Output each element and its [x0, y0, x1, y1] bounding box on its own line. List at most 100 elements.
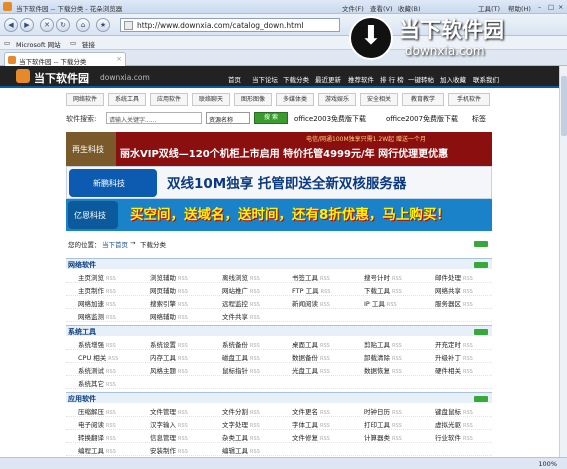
category-link[interactable]: 网络加速 RSS [78, 298, 116, 308]
category-link[interactable]: 系统设置 RSS [150, 339, 188, 349]
rss-label[interactable]: RSS [178, 356, 188, 362]
ad-banner-2[interactable]: 新鹏科技 双线10M独享 托管即送全新双核服务器 [66, 166, 492, 199]
ad-banner-3[interactable]: 亿恩科技 买空间，送域名，送时间，还有8折优惠，马上购买！ [66, 199, 492, 231]
vertical-scrollbar[interactable] [559, 66, 567, 457]
rss-label[interactable]: RSS [392, 423, 402, 429]
rss-label[interactable]: RSS [178, 449, 188, 455]
rss-label[interactable]: RSS [250, 315, 260, 321]
site-logo[interactable]: 当下软件园 downxia.com [16, 69, 226, 85]
address-bar[interactable]: http://www.downxia.com/catalog_down.html [120, 18, 340, 32]
category-link[interactable]: 行业软件 RSS [435, 432, 473, 442]
home-icon[interactable]: ⌂ [76, 18, 90, 32]
rss-label[interactable]: RSS [178, 315, 188, 321]
section-title[interactable]: 应用软件 [68, 394, 96, 404]
category-link[interactable]: 杂类工具 RSS [222, 432, 260, 442]
category-link[interactable]: 文件管理 RSS [150, 406, 188, 416]
category-link[interactable]: 数据备份 RSS [292, 352, 330, 362]
category-link[interactable]: 远程监控 RSS [222, 298, 260, 308]
breadcrumb-home[interactable]: 当下首页 [102, 239, 128, 249]
rss-label[interactable]: RSS [106, 410, 116, 416]
rss-label[interactable]: RSS [250, 356, 260, 362]
category-link[interactable]: 网络共享 RSS [435, 285, 473, 295]
category-link[interactable]: IP 工具 RSS [364, 298, 397, 308]
site-nav-recommended[interactable]: 推荐软件 [348, 74, 374, 84]
category-security[interactable]: 安全相关 [360, 93, 398, 106]
menu-view[interactable]: 查看(V) [370, 3, 393, 13]
category-link[interactable]: 电子阅读 RSS [78, 419, 116, 429]
category-link[interactable]: 下载工具 RSS [364, 285, 402, 295]
category-link[interactable]: 文件修复 RSS [292, 432, 330, 442]
category-link[interactable]: 开充定时 RSS [435, 339, 473, 349]
rss-label[interactable]: RSS [392, 289, 402, 295]
category-link[interactable]: 打印工具 RSS [364, 419, 402, 429]
rss-tag[interactable] [474, 396, 488, 402]
rss-label[interactable]: RSS [320, 410, 330, 416]
category-link[interactable]: 计算器类 RSS [364, 432, 402, 442]
category-link[interactable]: 信息管理 RSS [150, 432, 188, 442]
menu-favorites[interactable]: 收藏(B) [398, 3, 421, 13]
tab-close-icon[interactable]: × [116, 55, 122, 63]
site-nav-share[interactable]: 一键转帖 [408, 74, 434, 84]
rss-label[interactable]: RSS [106, 276, 116, 282]
category-link[interactable]: 升级补丁 RSS [435, 352, 473, 362]
search-input[interactable]: 请输入关键字...... [106, 112, 202, 124]
category-link[interactable]: 内存工具 RSS [150, 352, 188, 362]
rss-label[interactable]: RSS [250, 369, 260, 375]
category-link[interactable]: 虚拟光驱 RSS [435, 419, 473, 429]
stop-icon[interactable]: ✕ [40, 18, 54, 32]
category-mobile[interactable]: 手机软件 [448, 93, 490, 106]
category-link[interactable]: 搜号计时 RSS [364, 272, 402, 282]
rss-label[interactable]: RSS [320, 343, 330, 349]
rss-label[interactable]: RSS [178, 423, 188, 429]
rss-label[interactable]: RSS [178, 289, 188, 295]
rss-label[interactable]: RSS [320, 356, 330, 362]
category-network[interactable]: 网络软件 [66, 93, 104, 106]
rss-label[interactable]: RSS [387, 302, 397, 308]
category-link[interactable]: 数据恢复 RSS [364, 365, 402, 375]
rss-label[interactable]: RSS [250, 343, 260, 349]
rss-label[interactable]: RSS [320, 369, 330, 375]
site-nav-home[interactable]: 首页 [228, 74, 241, 84]
address-input[interactable]: http://www.downxia.com/catalog_down.html [137, 21, 304, 30]
rss-label[interactable]: RSS [178, 276, 188, 282]
category-link[interactable]: 鼠标指针 RSS [222, 365, 260, 375]
category-games[interactable]: 游戏娱乐 [318, 93, 356, 106]
category-link[interactable]: 系统测试 RSS [78, 365, 116, 375]
scrollbar-thumb[interactable] [561, 76, 567, 136]
category-link[interactable]: 转换翻译 RSS [78, 432, 116, 442]
rss-label[interactable]: RSS [320, 423, 330, 429]
category-link[interactable]: 主页浏览 RSS [78, 272, 116, 282]
rss-label[interactable]: RSS [106, 436, 116, 442]
category-link[interactable]: CPU 相关 RSS [78, 352, 118, 362]
category-link[interactable]: 风格主题 RSS [150, 365, 188, 375]
hot-link-office2003[interactable]: office2003免费版下载 [294, 114, 366, 124]
rss-tag[interactable] [474, 241, 488, 247]
rss-label[interactable]: RSS [106, 423, 116, 429]
category-link[interactable]: 光盘工具 RSS [292, 365, 330, 375]
rss-label[interactable]: RSS [321, 289, 331, 295]
menu-help[interactable]: 帮助(H) [508, 3, 531, 13]
favorite-link-links[interactable]: 链接 [82, 39, 95, 49]
refresh-icon[interactable]: ↻ [56, 18, 70, 32]
rss-label[interactable]: RSS [178, 410, 188, 416]
site-nav-forum[interactable]: 当下论坛 [252, 74, 278, 84]
category-link[interactable]: 时钟日历 RSS [364, 406, 402, 416]
category-link[interactable]: 服务器区 RSS [435, 298, 473, 308]
category-multimedia[interactable]: 多媒体类 [276, 93, 314, 106]
rss-label[interactable]: RSS [250, 449, 260, 455]
search-button[interactable]: 搜 索 [254, 112, 288, 124]
section-title[interactable]: 网络软件 [68, 260, 96, 270]
category-education[interactable]: 教育教学 [402, 93, 444, 106]
category-link[interactable]: 网络监测 RSS [78, 311, 116, 321]
favorite-link-microsoft[interactable]: Microsoft 网站 [16, 39, 61, 49]
rss-label[interactable]: RSS [463, 276, 473, 282]
rss-label[interactable]: RSS [392, 276, 402, 282]
hot-link-office2007[interactable]: office2007免费版下载 [386, 114, 458, 124]
rss-label[interactable]: RSS [463, 369, 473, 375]
category-link[interactable]: 主页制作 RSS [78, 285, 116, 295]
category-application[interactable]: 应用软件 [150, 93, 188, 106]
rss-label[interactable]: RSS [320, 276, 330, 282]
category-system[interactable]: 系统工具 [108, 93, 146, 106]
rss-label[interactable]: RSS [392, 410, 402, 416]
category-link[interactable]: 网页辅助 RSS [150, 285, 188, 295]
